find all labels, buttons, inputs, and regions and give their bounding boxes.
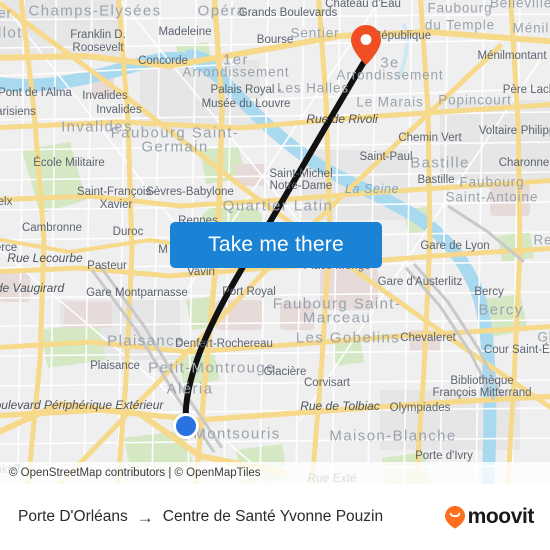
moovit-wordmark: moovit [467, 505, 535, 528]
map-attribution: © OpenStreetMap contributors | © OpenMap… [0, 462, 550, 484]
moovit-logo[interactable]: moovit [444, 505, 534, 529]
route-summary: Porte D'Orléans → Centre de Santé Yvonne… [18, 508, 444, 526]
destination-pin[interactable] [350, 24, 382, 66]
attribution-text: © OpenStreetMap contributors | © OpenMap… [9, 467, 261, 479]
moovit-pin-icon [444, 506, 465, 529]
take-me-there-button[interactable]: Take me there [170, 222, 382, 268]
destination-label: Centre de Santé Yvonne Pouzin [162, 508, 384, 525]
footer-bar: Porte D'Orléans → Centre de Santé Yvonne… [0, 484, 550, 550]
moovit-trip-map-page: Champs-ElyséeserillotFranklin D.Roosevel… [0, 0, 550, 550]
arrow-icon: → [136, 507, 154, 527]
map-canvas[interactable]: Champs-ElyséeserillotFranklin D.Roosevel… [0, 0, 550, 484]
origin-dot[interactable] [173, 413, 199, 439]
origin-label: Porte D'Orléans [18, 508, 128, 525]
